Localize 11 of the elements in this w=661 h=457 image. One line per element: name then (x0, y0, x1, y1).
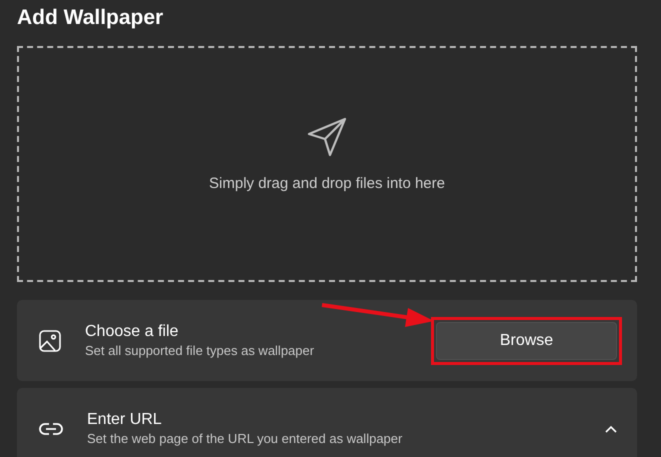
send-icon (307, 116, 347, 156)
image-icon (39, 330, 61, 352)
browse-button[interactable]: Browse (436, 322, 617, 360)
chevron-up-icon[interactable] (605, 424, 617, 432)
drop-hint: Simply drag and drop files into here (209, 174, 445, 192)
card-subtitle: Set the web page of the URL you entered as wallpaper (87, 431, 404, 446)
card-title: Enter URL (87, 411, 163, 429)
link-icon (39, 422, 63, 436)
card-subtitle: Set all supported file types as wallpaper (85, 343, 316, 358)
card-title: Choose a file (85, 323, 180, 341)
page-title: Add Wallpaper (17, 6, 164, 30)
